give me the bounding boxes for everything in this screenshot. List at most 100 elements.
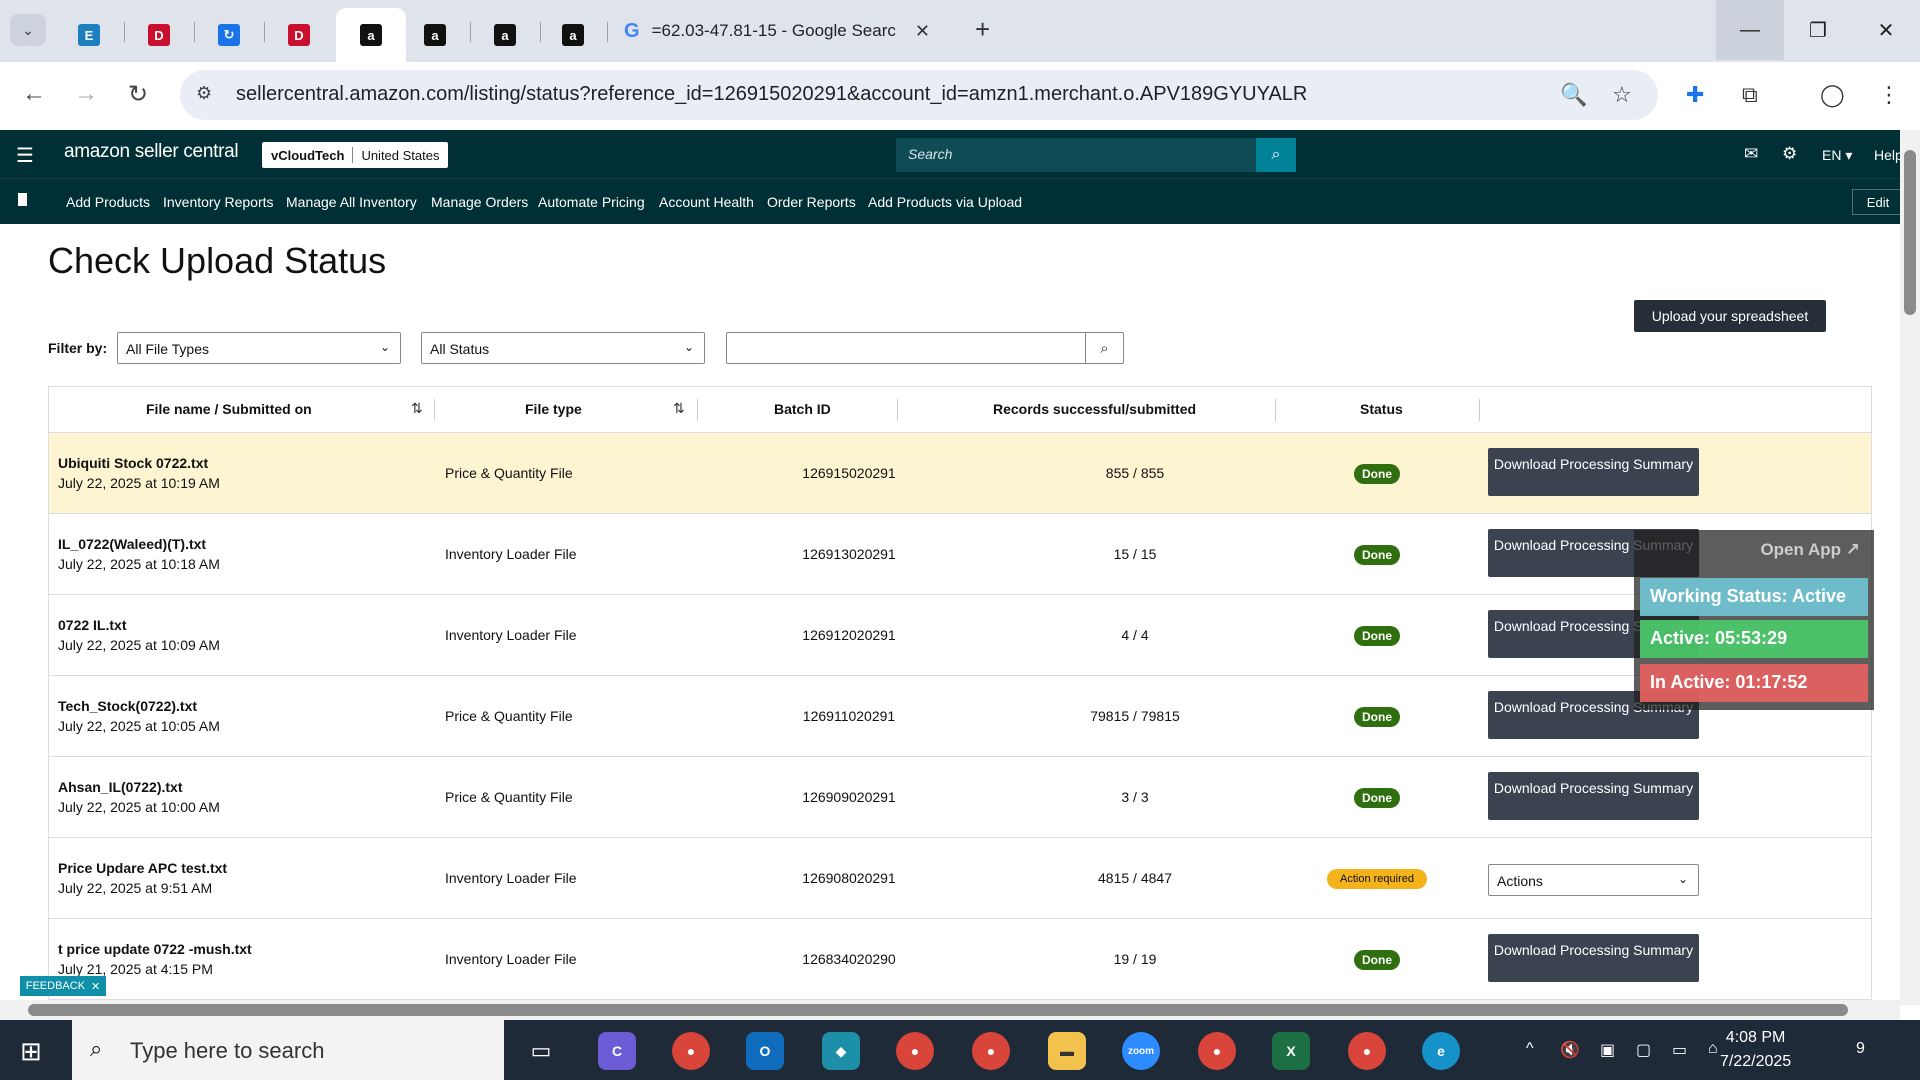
windows-start-icon[interactable]: ⊞ bbox=[20, 1036, 42, 1067]
nav-automate-pricing[interactable]: Automate Pricing bbox=[538, 194, 645, 210]
bookmark-star-icon[interactable]: ☆ bbox=[1612, 82, 1632, 108]
taskbar-search-input[interactable]: ⌕ Type here to search bbox=[72, 1020, 504, 1080]
battery-icon[interactable]: ▭ bbox=[1672, 1040, 1687, 1060]
vertical-scroll-thumb[interactable] bbox=[1904, 150, 1916, 315]
tab-amazon-2[interactable]: a bbox=[400, 8, 470, 62]
file-name[interactable]: Ahsan_IL(0722).txt bbox=[58, 777, 220, 797]
file-explorer-icon[interactable]: ▬ bbox=[1048, 1032, 1086, 1070]
google-favicon-icon: G bbox=[624, 19, 640, 42]
chrome-profile-icon[interactable]: ● bbox=[896, 1032, 934, 1070]
header-search-input[interactable]: Search ⌕ bbox=[896, 138, 1296, 172]
active-time-bar: Active: 05:53:29 bbox=[1640, 620, 1868, 658]
tab-app[interactable]: ↻ bbox=[194, 8, 264, 62]
horizontal-scroll-thumb[interactable] bbox=[28, 1004, 1848, 1016]
app-diamond-icon[interactable]: ◆ bbox=[822, 1032, 860, 1070]
mail-icon[interactable]: ✉ bbox=[1744, 144, 1758, 164]
volume-mute-icon[interactable]: 🔇 bbox=[1560, 1040, 1580, 1060]
file-name[interactable]: Ubiquiti Stock 0722.txt bbox=[58, 453, 220, 473]
nav-account-health[interactable]: Account Health bbox=[659, 194, 754, 210]
network-icon[interactable]: ⌂ bbox=[1708, 1040, 1718, 1058]
extensions-puzzle-icon[interactable]: ⧉ bbox=[1742, 82, 1758, 108]
nav-inventory-reports[interactable]: Inventory Reports bbox=[163, 194, 274, 210]
tab-search-menu-button[interactable]: ⌄ bbox=[10, 14, 46, 46]
copilot-icon[interactable]: C bbox=[598, 1032, 636, 1070]
tab-dh-2[interactable]: D bbox=[264, 8, 334, 62]
filter-search-input[interactable]: ⌕ bbox=[726, 332, 1124, 364]
tab-amazon-active[interactable]: a bbox=[336, 8, 406, 62]
file-name[interactable]: t price update 0722 -mush.txt bbox=[58, 939, 252, 959]
file-cell: Tech_Stock(0722).txt July 22, 2025 at 10:… bbox=[58, 696, 220, 736]
screen-icon[interactable]: ▢ bbox=[1636, 1040, 1651, 1060]
tab-ec[interactable]: E bbox=[54, 8, 124, 62]
minimize-button[interactable]: — bbox=[1716, 0, 1784, 60]
file-type-select[interactable]: All File Types ⌄ bbox=[117, 332, 401, 364]
tab-google-search[interactable]: G =62.03-47.81-15 - Google Searc ✕ bbox=[608, 8, 938, 54]
gear-icon[interactable]: ⚙ bbox=[1782, 144, 1797, 164]
url-omnibox[interactable]: ⚙ sellercentral.amazon.com/listing/statu… bbox=[180, 70, 1658, 120]
close-icon[interactable]: ✕ bbox=[91, 980, 100, 993]
download-summary-button[interactable]: Download Processing Summary bbox=[1488, 934, 1699, 982]
close-tab-icon[interactable]: ✕ bbox=[915, 21, 930, 42]
chrome-icon[interactable]: ● bbox=[672, 1032, 710, 1070]
file-name[interactable]: Tech_Stock(0722).txt bbox=[58, 696, 220, 716]
actions-dropdown[interactable]: Actions ⌄ bbox=[1488, 864, 1699, 896]
back-arrow-icon[interactable]: ← bbox=[22, 80, 46, 108]
divider bbox=[352, 147, 354, 163]
notification-icon[interactable]: 9 bbox=[1856, 1040, 1865, 1058]
site-info-icon[interactable]: ⚙ bbox=[196, 83, 212, 104]
nav-add-products-via-upload[interactable]: Add Products via Upload bbox=[868, 194, 1022, 210]
search-icon[interactable]: ⌕ bbox=[1085, 333, 1123, 363]
excel-icon[interactable]: X bbox=[1272, 1032, 1310, 1070]
download-summary-button[interactable]: Download Processing Summary bbox=[1488, 448, 1699, 496]
meet-icon[interactable]: ▣ bbox=[1600, 1040, 1615, 1060]
header-file-name[interactable]: File name / Submitted on bbox=[146, 401, 312, 417]
actions-dropdown-value: Actions bbox=[1497, 873, 1543, 889]
tab-dh-1[interactable]: D bbox=[124, 8, 194, 62]
zoom-icon[interactable]: 🔍 bbox=[1560, 82, 1587, 108]
file-type: Inventory Loader File bbox=[445, 627, 577, 643]
chrome-profile-icon[interactable]: ● bbox=[1198, 1032, 1236, 1070]
chevron-up-icon[interactable]: ^ bbox=[1526, 1040, 1534, 1058]
header-file-type[interactable]: File type bbox=[525, 401, 582, 417]
edge-icon[interactable]: e bbox=[1422, 1032, 1460, 1070]
seller-central-logo[interactable]: amazon seller central bbox=[64, 141, 239, 163]
nav-manage-orders[interactable]: Manage Orders bbox=[431, 194, 528, 210]
sort-icon[interactable]: ⇅ bbox=[411, 400, 423, 417]
file-name[interactable]: 0722 IL.txt bbox=[58, 615, 220, 635]
reload-icon[interactable]: ↻ bbox=[128, 80, 148, 109]
help-link[interactable]: Help bbox=[1874, 147, 1903, 163]
close-window-button[interactable]: ✕ bbox=[1852, 0, 1920, 60]
file-name[interactable]: Price Updare APC test.txt bbox=[58, 858, 227, 878]
outlook-icon[interactable]: O bbox=[746, 1032, 784, 1070]
browser-menu-icon[interactable]: ⋮ bbox=[1878, 82, 1900, 108]
restore-button[interactable]: ❐ bbox=[1784, 0, 1852, 60]
extension-icon[interactable]: ✚ bbox=[1686, 82, 1704, 108]
account-switcher[interactable]: vCloudTech United States bbox=[262, 142, 449, 168]
status-badge: Done bbox=[1354, 464, 1400, 484]
nav-add-products[interactable]: Add Products bbox=[66, 194, 150, 210]
chrome-profile-icon[interactable]: ● bbox=[972, 1032, 1010, 1070]
task-view-icon[interactable]: ▭ bbox=[522, 1032, 560, 1070]
tab-amazon-4[interactable]: a bbox=[538, 8, 608, 62]
feedback-button[interactable]: FEEDBACK ✕ bbox=[20, 976, 106, 996]
chrome-active-icon[interactable]: ● bbox=[1348, 1032, 1386, 1070]
search-icon[interactable]: ⌕ bbox=[1256, 138, 1296, 172]
new-tab-button[interactable]: + bbox=[975, 14, 990, 45]
sort-icon[interactable]: ⇅ bbox=[673, 400, 685, 417]
language-selector[interactable]: EN ▾ bbox=[1822, 147, 1852, 164]
upload-spreadsheet-button[interactable]: Upload your spreadsheet bbox=[1634, 300, 1826, 332]
zoom-app-icon[interactable]: zoom bbox=[1122, 1032, 1160, 1070]
forward-arrow-icon[interactable]: → bbox=[74, 80, 98, 108]
nav-manage-all-inventory[interactable]: Manage All Inventory bbox=[286, 194, 417, 210]
hamburger-menu-icon[interactable]: ☰ bbox=[16, 143, 34, 168]
edit-nav-button[interactable]: Edit bbox=[1852, 189, 1904, 215]
system-clock[interactable]: 4:08 PM 7/22/2025 bbox=[1720, 1026, 1791, 1074]
download-summary-button[interactable]: Download Processing Summary bbox=[1488, 772, 1699, 820]
tab-amazon-3[interactable]: a bbox=[470, 8, 540, 62]
open-app-link[interactable]: Open App ↗ bbox=[1760, 540, 1860, 560]
status-select[interactable]: All Status ⌄ bbox=[421, 332, 705, 364]
profile-avatar-icon[interactable]: ◯ bbox=[1820, 82, 1845, 108]
file-name[interactable]: IL_0722(Waleed)(T).txt bbox=[58, 534, 220, 554]
nav-order-reports[interactable]: Order Reports bbox=[767, 194, 856, 210]
bookmark-icon[interactable] bbox=[18, 193, 27, 206]
